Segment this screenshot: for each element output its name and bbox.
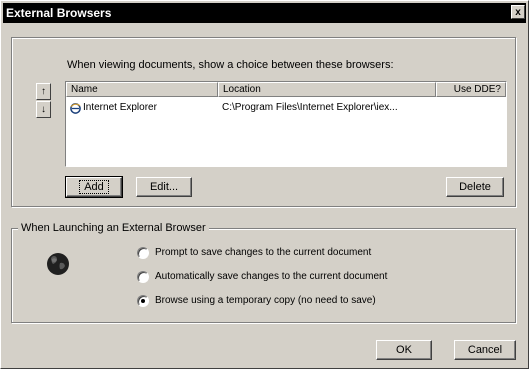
delete-button[interactable]: Delete: [446, 177, 504, 197]
column-header-location[interactable]: Location: [218, 82, 436, 97]
column-header-use-dde[interactable]: Use DDE?: [436, 82, 506, 97]
list-header: Name Location Use DDE?: [66, 82, 506, 97]
radio-button[interactable]: [137, 247, 149, 259]
internet-explorer-icon: [70, 103, 81, 114]
browsers-list[interactable]: Name Location Use DDE? Internet Explorer…: [65, 81, 507, 167]
cancel-button[interactable]: Cancel: [454, 340, 516, 360]
column-header-name[interactable]: Name: [66, 82, 218, 97]
globe-icon: [47, 253, 69, 275]
move-up-button[interactable]: ↑: [36, 83, 51, 100]
ok-button-label: OK: [396, 344, 412, 356]
title-bar: External Browsers x: [3, 3, 526, 23]
radio-button-selected[interactable]: [137, 295, 149, 307]
radio-label: Browse using a temporary copy (no need t…: [155, 295, 376, 306]
edit-button[interactable]: Edit...: [136, 177, 192, 197]
ok-button[interactable]: OK: [376, 340, 432, 360]
browser-name: Internet Explorer: [83, 102, 157, 113]
radio-button[interactable]: [137, 271, 149, 283]
external-browsers-dialog: External Browsers x When viewing documen…: [0, 0, 529, 369]
window-title: External Browsers: [6, 6, 112, 20]
launch-group-legend: When Launching an External Browser: [18, 222, 209, 234]
arrow-down-icon: ↓: [41, 104, 46, 115]
radio-label: Prompt to save changes to the current do…: [155, 247, 372, 258]
instruction-text: When viewing documents, show a choice be…: [67, 59, 394, 71]
radio-label: Automatically save changes to the curren…: [155, 271, 388, 282]
browser-location: C:\Program Files\Internet Explorer\iex..…: [222, 102, 398, 113]
add-button[interactable]: Add: [65, 176, 123, 198]
list-item[interactable]: Internet Explorer C:\Program Files\Inter…: [66, 100, 506, 116]
move-down-button[interactable]: ↓: [36, 101, 51, 118]
arrow-up-icon: ↑: [41, 86, 46, 97]
cancel-button-label: Cancel: [467, 344, 503, 356]
add-button-label: Add: [79, 180, 109, 194]
close-icon[interactable]: x: [511, 5, 525, 19]
delete-button-label: Delete: [459, 181, 491, 193]
edit-button-label: Edit...: [149, 181, 179, 193]
